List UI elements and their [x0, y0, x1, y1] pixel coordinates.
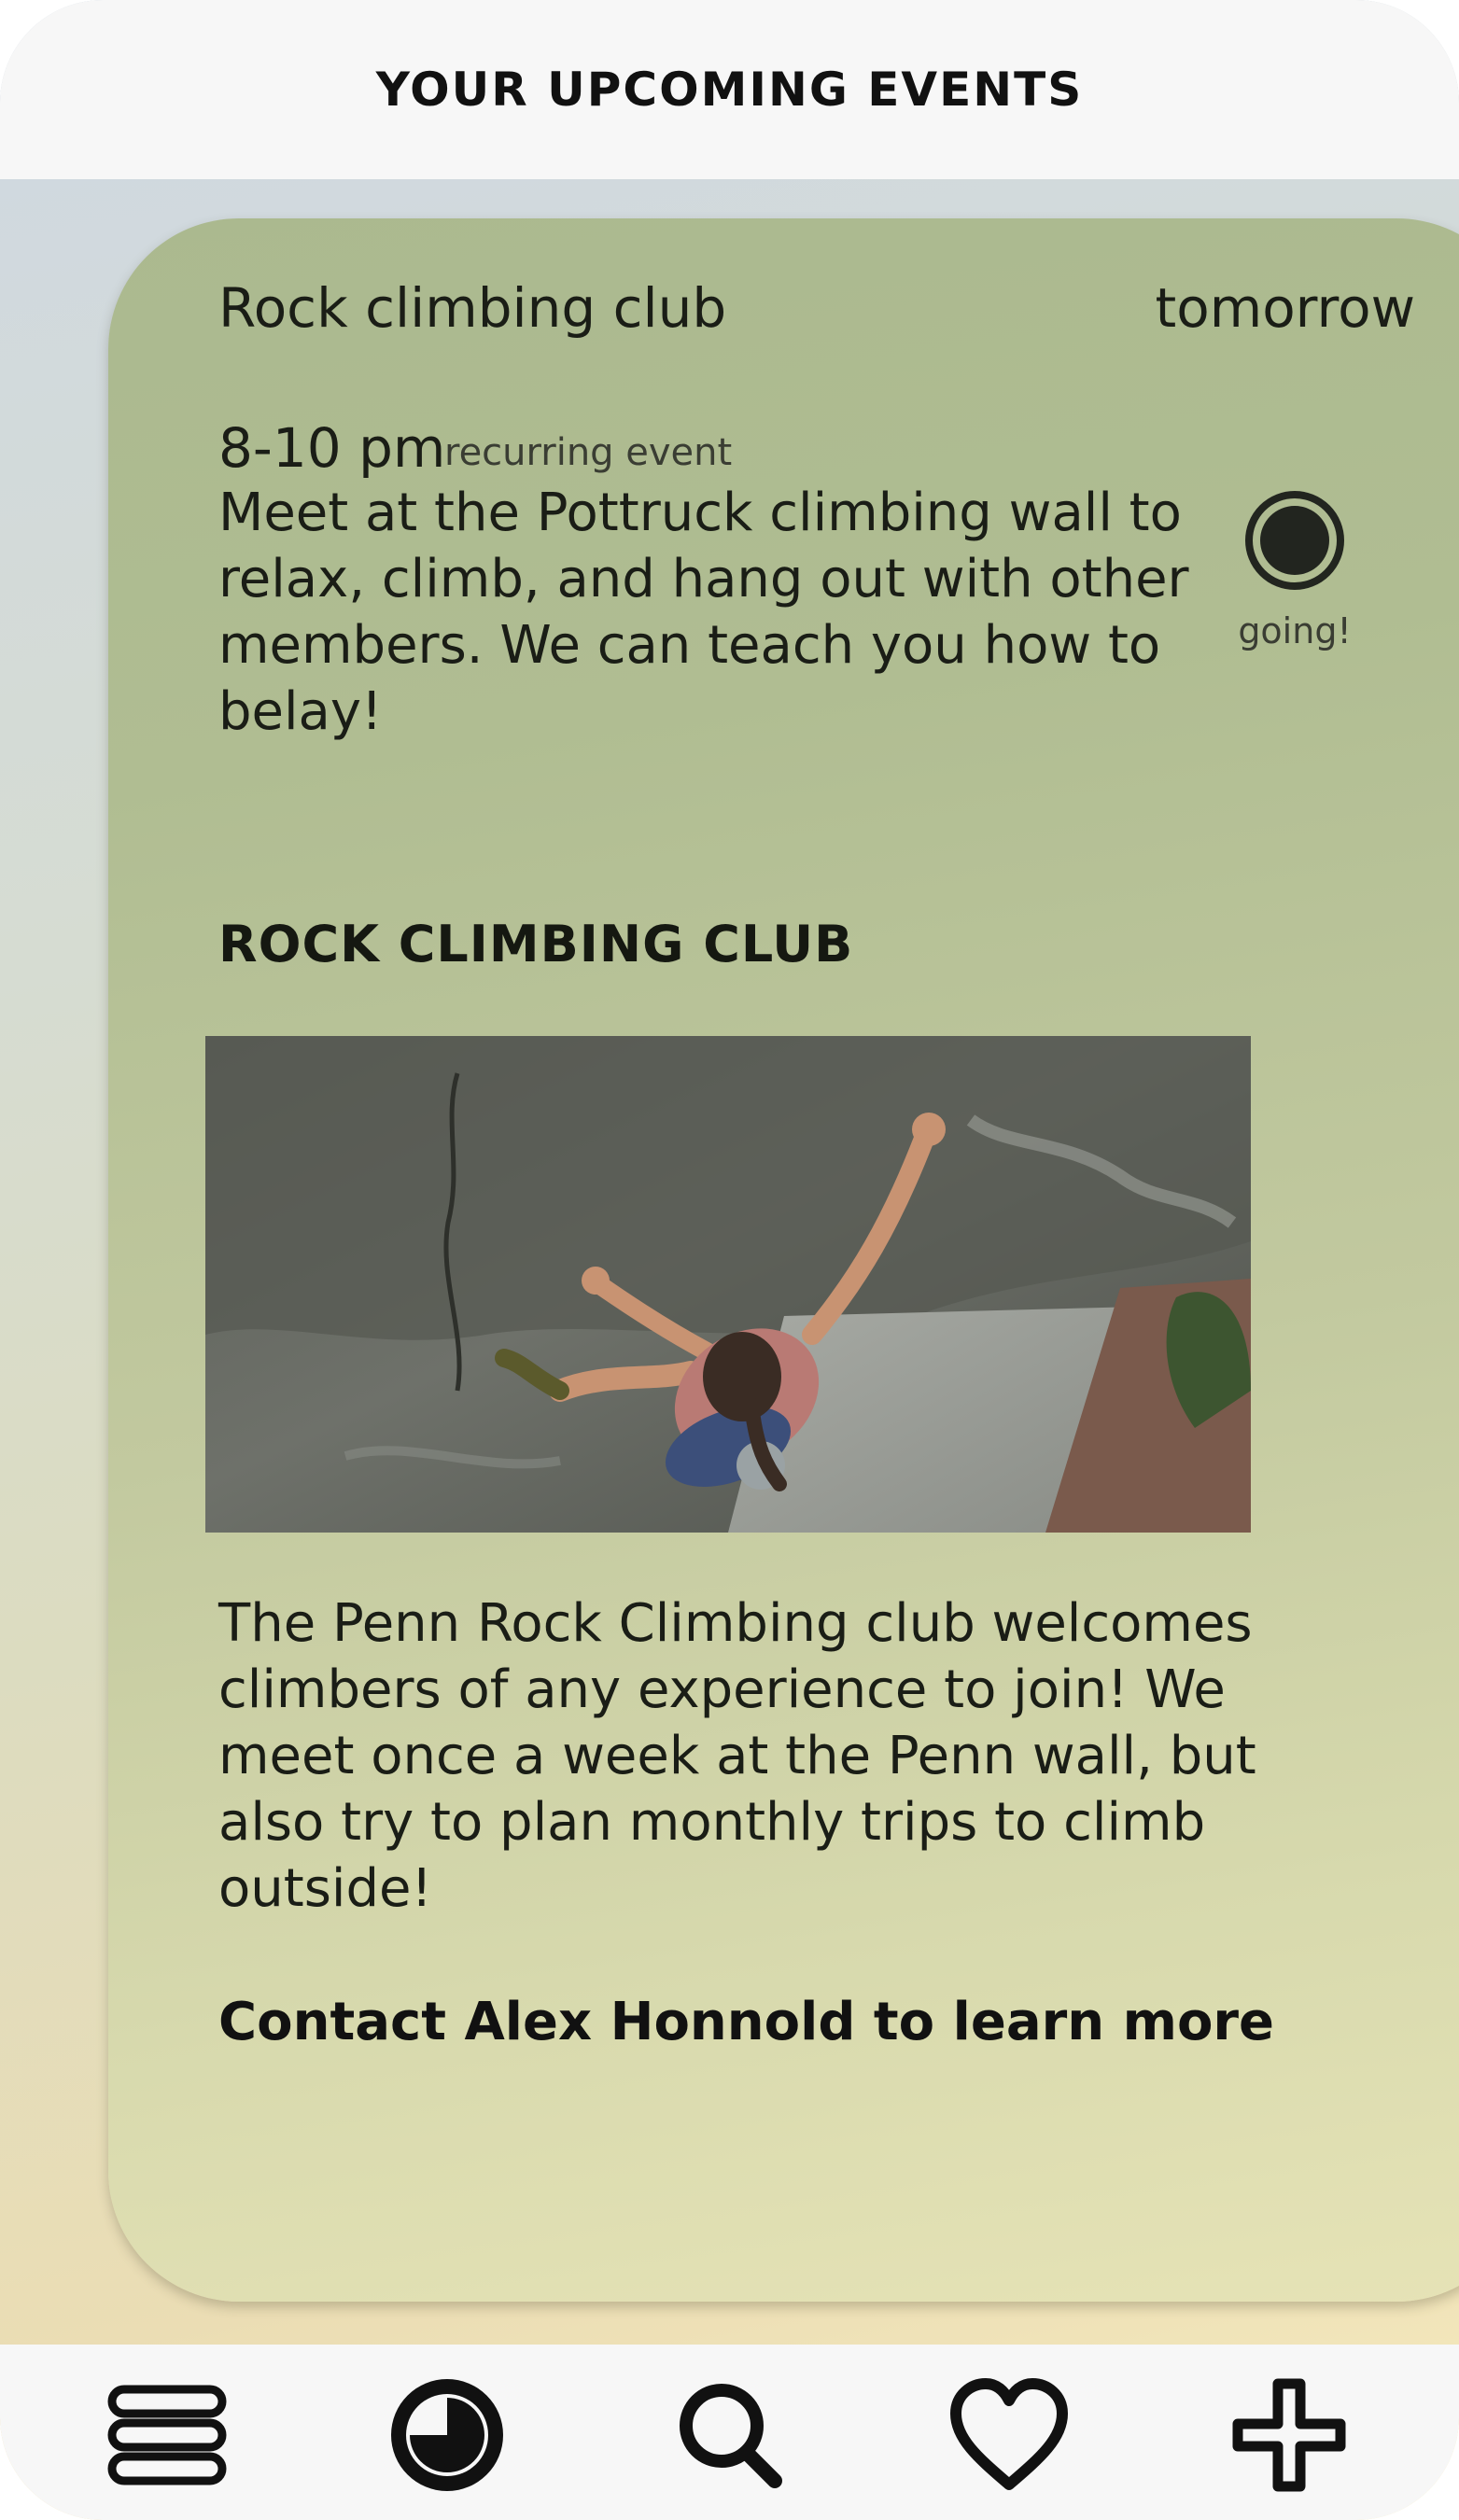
club-photo [205, 1036, 1251, 1533]
event-card: Rock climbing club tomorrow 8-10 pm recu… [108, 218, 1459, 2302]
heart-icon [950, 2378, 1068, 2490]
event-name: Rock climbing club [218, 276, 727, 340]
top-bar: YOUR UPCOMING EVENTS [0, 0, 1459, 179]
menu-icon [107, 2385, 227, 2485]
rock-climber-photo [205, 1036, 1251, 1533]
going-toggle[interactable] [1243, 489, 1346, 592]
search-icon [680, 2384, 782, 2488]
going-radio-icon [1245, 491, 1344, 590]
plus-icon [1232, 2378, 1346, 2492]
event-description: Meet at the Pottruck climbing wall to re… [218, 483, 1189, 742]
event-date: tomorrow [1155, 276, 1415, 340]
nav-add-button[interactable] [1228, 2374, 1350, 2496]
event-time: 8-10 pm [218, 416, 446, 480]
page-title: YOUR UPCOMING EVENTS [375, 63, 1084, 117]
nav-menu-button[interactable] [106, 2374, 228, 2496]
nav-search-button[interactable] [670, 2374, 792, 2496]
app-screen: YOUR UPCOMING EVENTS Rock climbing club … [0, 0, 1459, 2520]
contact-link[interactable]: Contact Alex Honnold to learn more [218, 1992, 1274, 2052]
club-description: The Penn Rock Climbing club welcomes cli… [218, 1593, 1256, 1919]
upcoming-events-icon [391, 2379, 503, 2491]
nav-favorites-button[interactable] [948, 2374, 1070, 2496]
going-label: going! [1238, 610, 1352, 651]
recurring-label: recurring event [444, 431, 733, 474]
bottom-nav [0, 2345, 1459, 2520]
nav-events-button[interactable] [386, 2374, 508, 2496]
club-heading: ROCK CLIMBING CLUB [218, 915, 854, 973]
